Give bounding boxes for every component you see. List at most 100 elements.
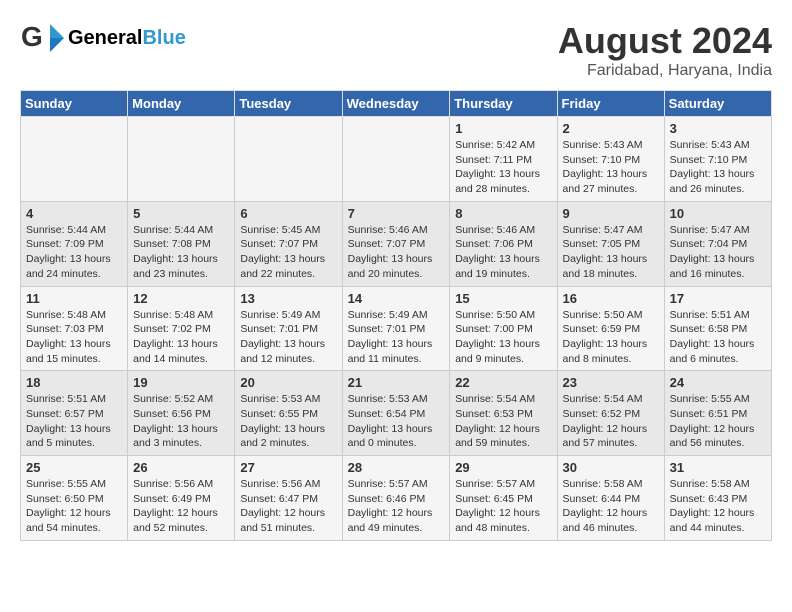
calendar-cell: 29 Sunrise: 5:57 AM Sunset: 6:45 PM Dayli… bbox=[450, 456, 557, 541]
column-header-wednesday: Wednesday bbox=[342, 91, 450, 117]
column-header-monday: Monday bbox=[128, 91, 235, 117]
calendar-cell: 10Sunrise: 5:47 AM Sunset: 7:04 PM Dayli… bbox=[664, 201, 771, 286]
logo-icon: G bbox=[20, 20, 64, 56]
calendar-cell: 30 Sunrise: 5:58 AM Sunset: 6:44 PM Dayli… bbox=[557, 456, 664, 541]
calendar-cell: 7 Sunrise: 5:46 AM Sunset: 7:07 PM Daylig… bbox=[342, 201, 450, 286]
calendar-table: SundayMondayTuesdayWednesdayThursdayFrid… bbox=[20, 90, 772, 541]
day-info: Sunrise: 5:53 AM Sunset: 6:55 PM Dayligh… bbox=[240, 392, 336, 451]
day-number: 9 bbox=[563, 206, 659, 221]
calendar-cell: 22 Sunrise: 5:54 AM Sunset: 6:53 PM Dayli… bbox=[450, 371, 557, 456]
day-info: Sunrise: 5:55 AM Sunset: 6:50 PM Dayligh… bbox=[26, 477, 122, 536]
calendar-cell: 4 Sunrise: 5:44 AM Sunset: 7:09 PM Daylig… bbox=[21, 201, 128, 286]
calendar-cell: 1 Sunrise: 5:42 AM Sunset: 7:11 PM Daylig… bbox=[450, 117, 557, 202]
calendar-cell bbox=[21, 117, 128, 202]
day-number: 24 bbox=[670, 375, 766, 390]
calendar-cell: 21 Sunrise: 5:53 AM Sunset: 6:54 PM Dayli… bbox=[342, 371, 450, 456]
calendar-header-row: SundayMondayTuesdayWednesdayThursdayFrid… bbox=[21, 91, 772, 117]
week-row-3: 11Sunrise: 5:48 AM Sunset: 7:03 PM Dayli… bbox=[21, 286, 772, 371]
week-row-5: 25 Sunrise: 5:55 AM Sunset: 6:50 PM Dayli… bbox=[21, 456, 772, 541]
day-number: 25 bbox=[26, 460, 122, 475]
day-info: Sunrise: 5:42 AM Sunset: 7:11 PM Dayligh… bbox=[455, 138, 551, 197]
day-number: 18 bbox=[26, 375, 122, 390]
day-number: 13 bbox=[240, 291, 336, 306]
column-header-sunday: Sunday bbox=[21, 91, 128, 117]
day-info: Sunrise: 5:50 AM Sunset: 6:59 PM Dayligh… bbox=[563, 308, 659, 367]
calendar-cell: 20 Sunrise: 5:53 AM Sunset: 6:55 PM Dayli… bbox=[235, 371, 342, 456]
day-number: 20 bbox=[240, 375, 336, 390]
week-row-4: 18Sunrise: 5:51 AM Sunset: 6:57 PM Dayli… bbox=[21, 371, 772, 456]
day-info: Sunrise: 5:46 AM Sunset: 7:07 PM Dayligh… bbox=[348, 223, 445, 282]
calendar-cell: 16Sunrise: 5:50 AM Sunset: 6:59 PM Dayli… bbox=[557, 286, 664, 371]
day-number: 19 bbox=[133, 375, 229, 390]
day-info: Sunrise: 5:55 AM Sunset: 6:51 PM Dayligh… bbox=[670, 392, 766, 451]
calendar-cell: 19 Sunrise: 5:52 AM Sunset: 6:56 PM Dayli… bbox=[128, 371, 235, 456]
calendar-cell: 27 Sunrise: 5:56 AM Sunset: 6:47 PM Dayli… bbox=[235, 456, 342, 541]
day-number: 21 bbox=[348, 375, 445, 390]
calendar-cell: 18Sunrise: 5:51 AM Sunset: 6:57 PM Dayli… bbox=[21, 371, 128, 456]
day-number: 27 bbox=[240, 460, 336, 475]
day-info: Sunrise: 5:53 AM Sunset: 6:54 PM Dayligh… bbox=[348, 392, 445, 451]
day-info: Sunrise: 5:54 AM Sunset: 6:53 PM Dayligh… bbox=[455, 392, 551, 451]
day-info: Sunrise: 5:50 AM Sunset: 7:00 PM Dayligh… bbox=[455, 308, 551, 367]
day-info: Sunrise: 5:43 AM Sunset: 7:10 PM Dayligh… bbox=[563, 138, 659, 197]
day-number: 8 bbox=[455, 206, 551, 221]
day-number: 28 bbox=[348, 460, 445, 475]
column-header-saturday: Saturday bbox=[664, 91, 771, 117]
day-number: 3 bbox=[670, 121, 766, 136]
calendar-cell bbox=[128, 117, 235, 202]
calendar-cell: 8Sunrise: 5:46 AM Sunset: 7:06 PM Daylig… bbox=[450, 201, 557, 286]
day-info: Sunrise: 5:52 AM Sunset: 6:56 PM Dayligh… bbox=[133, 392, 229, 451]
calendar-cell: 24 Sunrise: 5:55 AM Sunset: 6:51 PM Dayli… bbox=[664, 371, 771, 456]
day-number: 1 bbox=[455, 121, 551, 136]
calendar-cell: 17 Sunrise: 5:51 AM Sunset: 6:58 PM Dayli… bbox=[664, 286, 771, 371]
month-title: August 2024 bbox=[558, 20, 772, 62]
calendar-cell: 28Sunrise: 5:57 AM Sunset: 6:46 PM Dayli… bbox=[342, 456, 450, 541]
calendar-cell: 5 Sunrise: 5:44 AM Sunset: 7:08 PM Daylig… bbox=[128, 201, 235, 286]
day-number: 29 bbox=[455, 460, 551, 475]
svg-text:G: G bbox=[21, 21, 43, 52]
column-header-friday: Friday bbox=[557, 91, 664, 117]
calendar-cell: 11Sunrise: 5:48 AM Sunset: 7:03 PM Dayli… bbox=[21, 286, 128, 371]
day-number: 2 bbox=[563, 121, 659, 136]
day-number: 23 bbox=[563, 375, 659, 390]
day-info: Sunrise: 5:58 AM Sunset: 6:44 PM Dayligh… bbox=[563, 477, 659, 536]
day-number: 14 bbox=[348, 291, 445, 306]
title-block: August 2024 Faridabad, Haryana, India bbox=[558, 20, 772, 80]
day-info: Sunrise: 5:44 AM Sunset: 7:08 PM Dayligh… bbox=[133, 223, 229, 282]
day-number: 26 bbox=[133, 460, 229, 475]
day-number: 31 bbox=[670, 460, 766, 475]
calendar-cell: 15 Sunrise: 5:50 AM Sunset: 7:00 PM Dayli… bbox=[450, 286, 557, 371]
day-number: 22 bbox=[455, 375, 551, 390]
column-header-tuesday: Tuesday bbox=[235, 91, 342, 117]
day-number: 15 bbox=[455, 291, 551, 306]
day-number: 5 bbox=[133, 206, 229, 221]
calendar-cell: 12Sunrise: 5:48 AM Sunset: 7:02 PM Dayli… bbox=[128, 286, 235, 371]
location: Faridabad, Haryana, India bbox=[558, 62, 772, 80]
day-info: Sunrise: 5:56 AM Sunset: 6:47 PM Dayligh… bbox=[240, 477, 336, 536]
day-info: Sunrise: 5:47 AM Sunset: 7:05 PM Dayligh… bbox=[563, 223, 659, 282]
day-number: 6 bbox=[240, 206, 336, 221]
calendar-cell: 9 Sunrise: 5:47 AM Sunset: 7:05 PM Daylig… bbox=[557, 201, 664, 286]
calendar-cell bbox=[235, 117, 342, 202]
calendar-cell: 2 Sunrise: 5:43 AM Sunset: 7:10 PM Daylig… bbox=[557, 117, 664, 202]
day-number: 7 bbox=[348, 206, 445, 221]
week-row-2: 4 Sunrise: 5:44 AM Sunset: 7:09 PM Daylig… bbox=[21, 201, 772, 286]
day-number: 30 bbox=[563, 460, 659, 475]
day-info: Sunrise: 5:49 AM Sunset: 7:01 PM Dayligh… bbox=[348, 308, 445, 367]
day-number: 17 bbox=[670, 291, 766, 306]
column-header-thursday: Thursday bbox=[450, 91, 557, 117]
logo: G GeneralBlue bbox=[20, 20, 186, 56]
calendar-cell bbox=[342, 117, 450, 202]
logo-general: General bbox=[68, 27, 142, 49]
day-info: Sunrise: 5:51 AM Sunset: 6:58 PM Dayligh… bbox=[670, 308, 766, 367]
day-number: 10 bbox=[670, 206, 766, 221]
page-header: G GeneralBlue August 2024 Faridabad, Har… bbox=[20, 20, 772, 80]
day-number: 4 bbox=[26, 206, 122, 221]
calendar-cell: 23Sunrise: 5:54 AM Sunset: 6:52 PM Dayli… bbox=[557, 371, 664, 456]
day-info: Sunrise: 5:44 AM Sunset: 7:09 PM Dayligh… bbox=[26, 223, 122, 282]
calendar-cell: 6Sunrise: 5:45 AM Sunset: 7:07 PM Daylig… bbox=[235, 201, 342, 286]
calendar-cell: 31Sunrise: 5:58 AM Sunset: 6:43 PM Dayli… bbox=[664, 456, 771, 541]
calendar-cell: 14 Sunrise: 5:49 AM Sunset: 7:01 PM Dayli… bbox=[342, 286, 450, 371]
day-number: 11 bbox=[26, 291, 122, 306]
day-info: Sunrise: 5:57 AM Sunset: 6:45 PM Dayligh… bbox=[455, 477, 551, 536]
